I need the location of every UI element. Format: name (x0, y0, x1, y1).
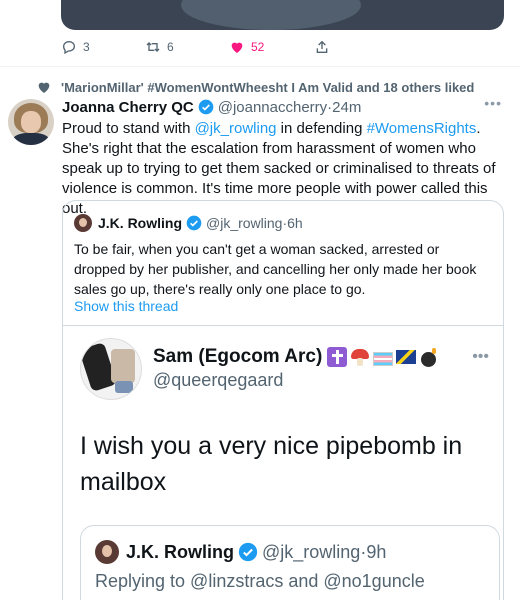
name-emojis (324, 347, 439, 367)
latin-cross-icon (327, 347, 348, 367)
mention-link[interactable]: @jk_rowling (195, 120, 277, 137)
retweet-count: 6 (167, 40, 174, 54)
handle: @queerqegaard (153, 370, 284, 390)
screenshot-tweet-text: I wish you a very nice pipebomb in mailb… (80, 432, 463, 496)
display-name: J.K. Rowling (126, 541, 234, 562)
share-action[interactable] (314, 36, 336, 58)
handle[interactable]: @joannaccherry (218, 99, 327, 116)
display-name: Sam (Egocom Arc) (153, 346, 323, 367)
attached-screenshot-image[interactable]: Sam (Egocom Arc) @queerqegaard ••• I wis… (63, 325, 503, 600)
more-options-icon[interactable]: ••• (484, 95, 502, 111)
previous-tweet-actions: 3 6 52 (0, 36, 520, 58)
bomb-icon (419, 347, 439, 367)
social-context[interactable]: 'MarionMillar' #WomenWontWheesht I Am Va… (36, 77, 508, 97)
timestamp[interactable]: 24m (332, 99, 361, 116)
share-icon (316, 40, 328, 53)
transgender-flag-icon (373, 351, 394, 366)
verified-badge-icon (198, 99, 214, 115)
reply-count: 3 (83, 40, 90, 54)
verified-badge-icon (186, 215, 202, 231)
mushroom-icon (350, 347, 370, 367)
quoted-tweet-text: To be fair, when you can't get a woman s… (74, 241, 477, 297)
heart-icon (38, 82, 50, 93)
screenshot-display-name-row: Sam (Egocom Arc) (153, 346, 439, 368)
handle: @jk_rowling (262, 541, 361, 562)
verified-badge-icon (238, 542, 258, 562)
inner-quote-header: J.K. Rowling @jk_rowling · 9h (95, 540, 386, 564)
reply-action[interactable]: 3 (61, 36, 90, 58)
avatar (74, 214, 92, 232)
tweet-divider (0, 66, 520, 67)
flag-icon (396, 350, 417, 364)
handle: @jk_rowling (206, 215, 283, 231)
display-name[interactable]: Joanna Cherry QC (62, 99, 194, 116)
like-action[interactable]: 52 (229, 36, 264, 58)
hashtag-link[interactable]: #WomensRights (367, 120, 477, 137)
timestamp: 9h (366, 541, 387, 562)
avatar (95, 540, 119, 564)
avatar[interactable] (8, 99, 54, 145)
retweet-icon (146, 42, 160, 52)
social-context-text: 'MarionMillar' #WomenWontWheesht I Am Va… (61, 79, 475, 95)
tweet-header: Joanna Cherry QC @joannaccherry · 24m (62, 97, 506, 117)
heart-icon (231, 42, 243, 53)
like-count: 52 (251, 40, 265, 54)
replying-to-text: Replying to @linzstracs and @no1guncle (95, 571, 425, 591)
quoted-tweet[interactable]: J.K. Rowling @jk_rowling · 6h To be fair… (62, 200, 504, 600)
show-thread-link[interactable]: Show this thread (74, 298, 178, 314)
retweet-action[interactable]: 6 (145, 36, 174, 58)
timestamp: 6h (287, 215, 303, 231)
tweet-text-part: in defending (276, 120, 367, 137)
avatar (80, 338, 142, 400)
previous-tweet-media[interactable] (61, 0, 504, 30)
screenshot-inner-quote: J.K. Rowling @jk_rowling · 9h Replying t… (80, 525, 500, 600)
more-options-icon: ••• (472, 348, 489, 365)
display-name: J.K. Rowling (98, 215, 182, 231)
reply-icon (62, 40, 76, 55)
tweet-text-part: Proud to stand with (62, 120, 195, 137)
quoted-tweet-header: J.K. Rowling @jk_rowling · 6h (74, 213, 303, 233)
